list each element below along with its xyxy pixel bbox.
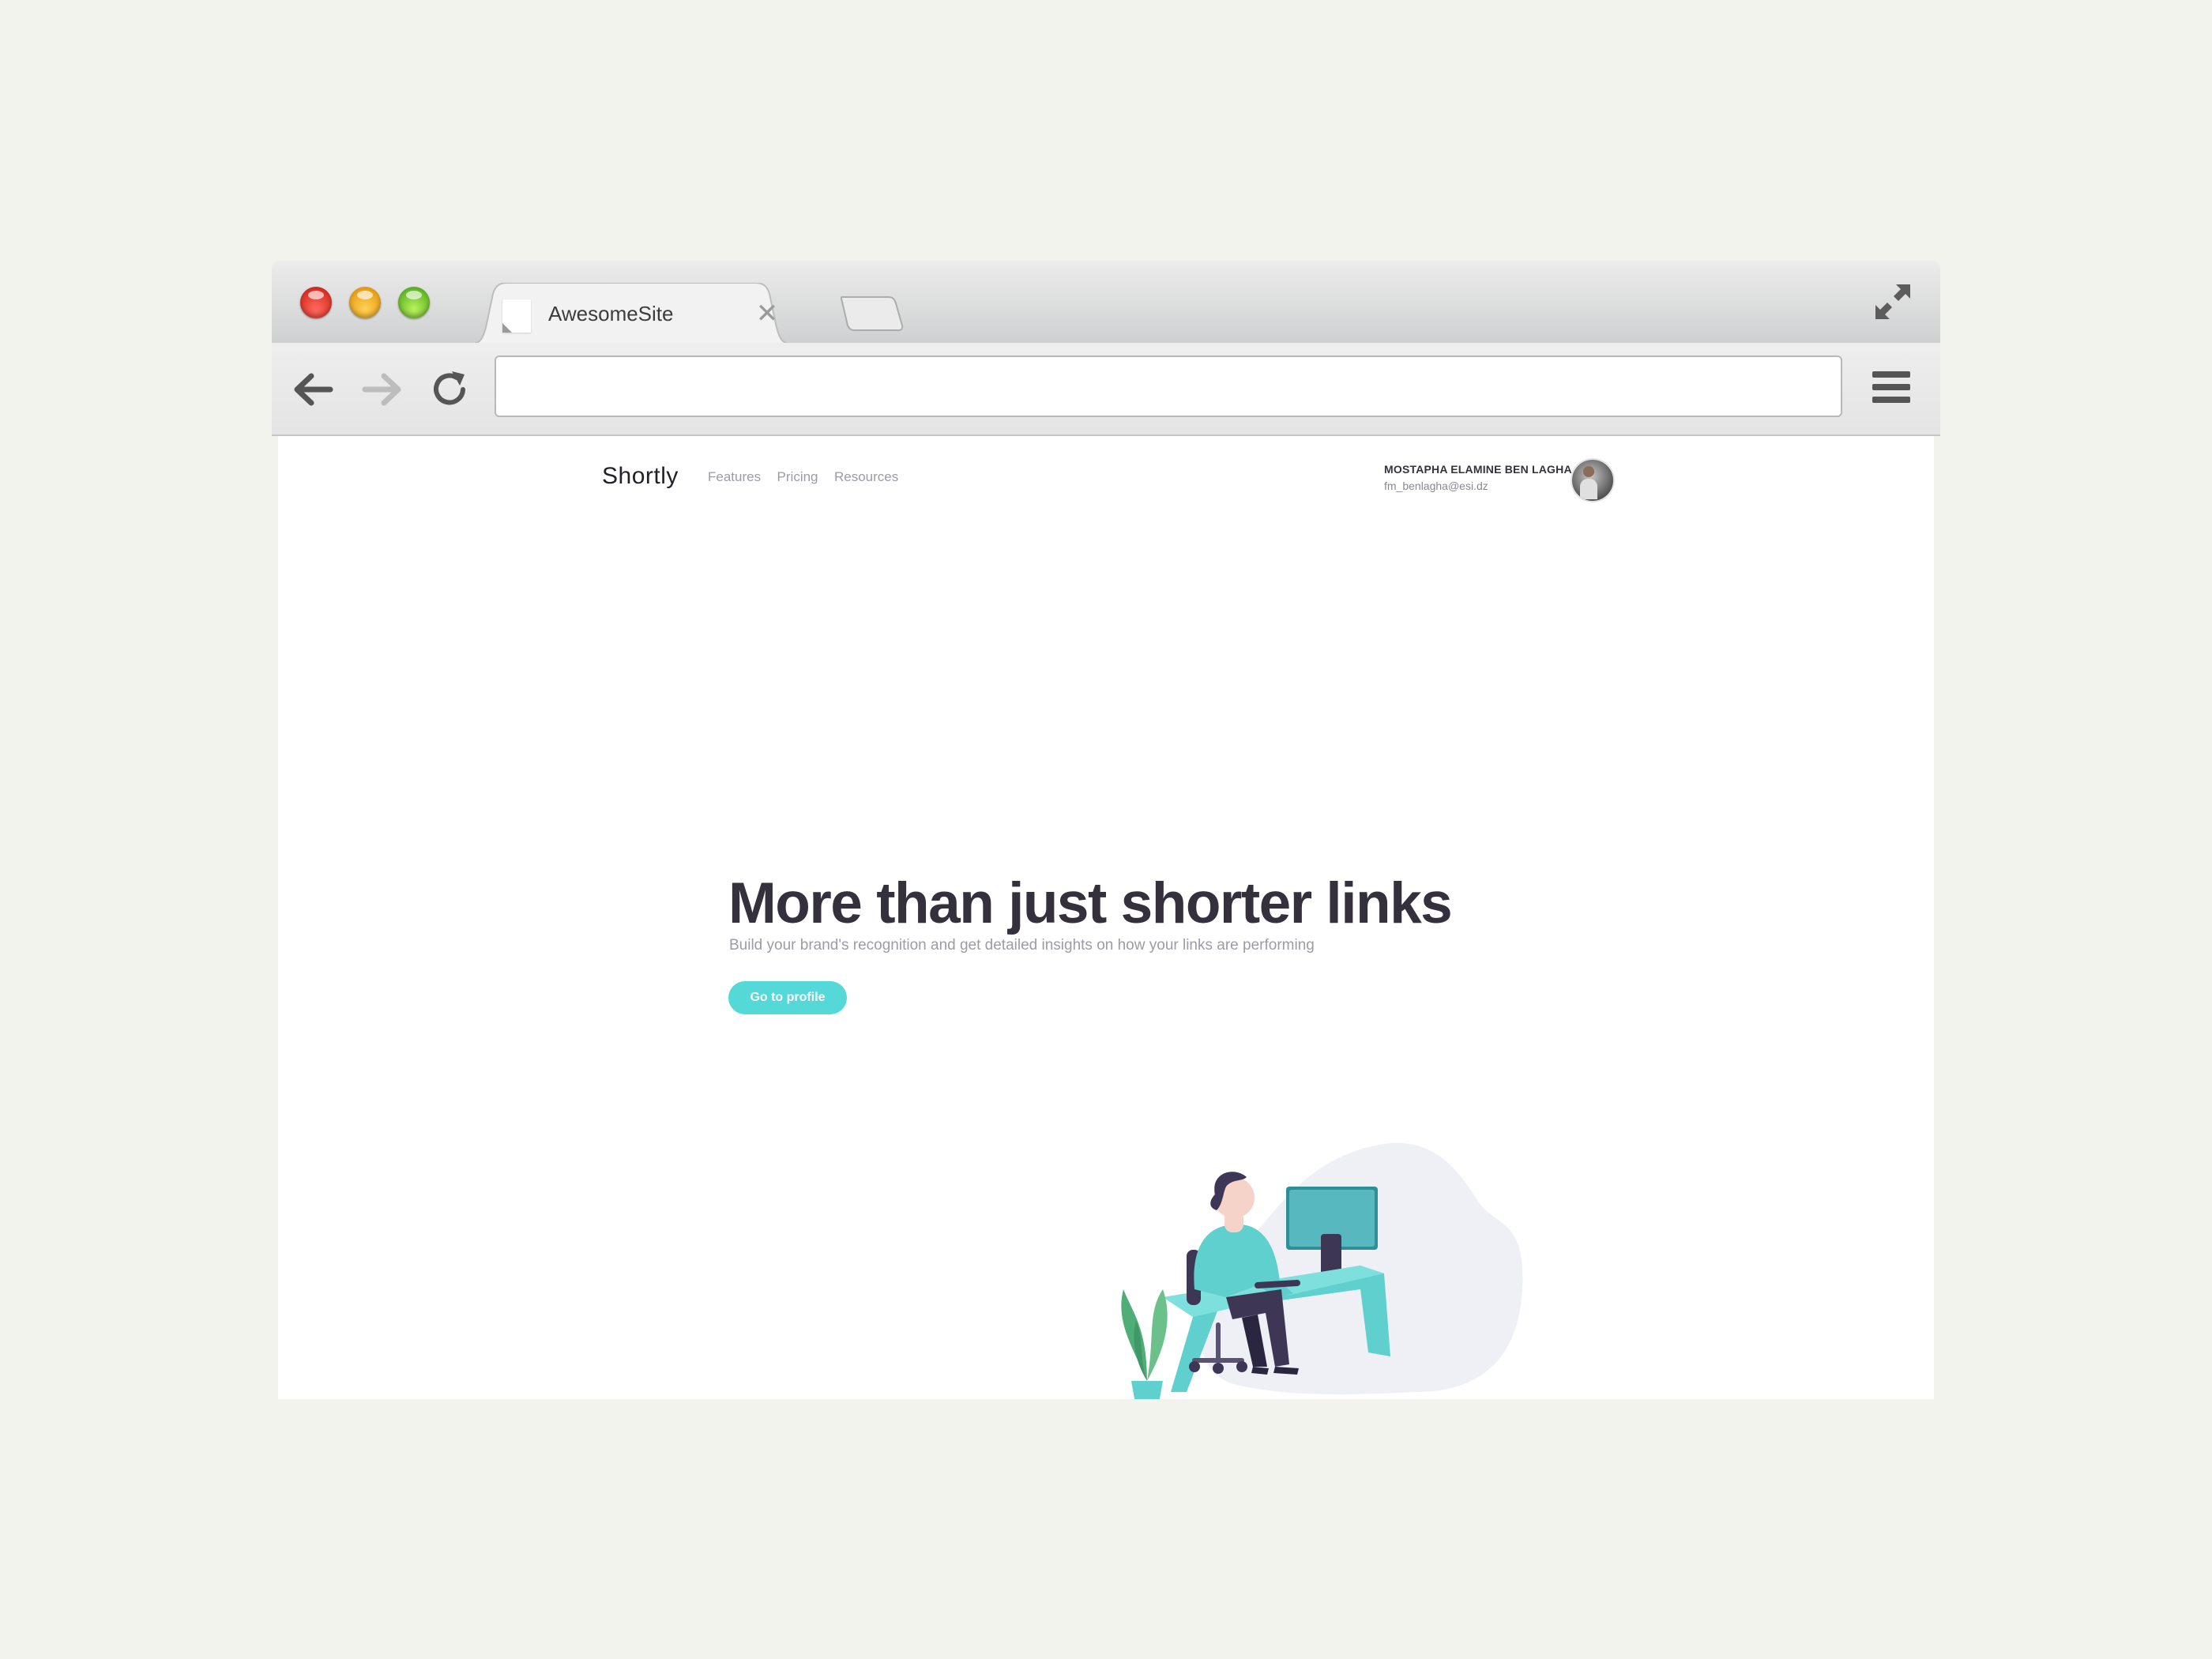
hero-subtitle: Build your brand's recognition and get d… xyxy=(729,937,1315,954)
reload-icon[interactable] xyxy=(428,368,471,411)
browser-window: AwesomeSite ✕ Shortly Features Pricing R… xyxy=(272,261,1940,1399)
close-icon[interactable]: ✕ xyxy=(754,300,781,327)
favicon-icon xyxy=(502,299,531,333)
working-person-illustration xyxy=(1121,1142,1523,1399)
nav-link-resources[interactable]: Resources xyxy=(834,469,898,485)
site-nav: Features Pricing Resources xyxy=(708,469,911,485)
browser-toolbar xyxy=(272,343,1940,436)
user-name: MOSTAPHA ELAMINE BEN LAGHA xyxy=(1384,463,1572,476)
page-viewport: Shortly Features Pricing Resources MOSTA… xyxy=(278,436,1934,1399)
close-window-button[interactable] xyxy=(300,287,332,318)
desktop-background: AwesomeSite ✕ Shortly Features Pricing R… xyxy=(0,0,2212,1659)
fullscreen-icon[interactable] xyxy=(1872,281,1913,322)
tab-title: AwesomeSite xyxy=(548,302,674,325)
site-logo[interactable]: Shortly xyxy=(602,463,679,490)
back-arrow-icon[interactable] xyxy=(292,368,335,411)
avatar[interactable] xyxy=(1571,458,1615,502)
hero-title: More than just shorter links xyxy=(728,871,1453,935)
forward-arrow-icon[interactable] xyxy=(360,368,403,411)
nav-link-features[interactable]: Features xyxy=(708,469,761,485)
user-email: fm_benlagha@esi.dz xyxy=(1384,480,1488,492)
hamburger-menu-icon[interactable] xyxy=(1871,370,1912,404)
tab-bar: AwesomeSite ✕ xyxy=(272,261,1940,344)
address-bar[interactable] xyxy=(495,356,1842,417)
nav-link-pricing[interactable]: Pricing xyxy=(777,469,818,485)
minimize-window-button[interactable] xyxy=(349,287,381,318)
go-to-profile-button[interactable]: Go to profile xyxy=(728,981,847,1014)
new-tab-button[interactable] xyxy=(841,295,905,332)
maximize-window-button[interactable] xyxy=(398,287,430,318)
tab-awesomesite[interactable]: AwesomeSite ✕ xyxy=(469,283,793,344)
